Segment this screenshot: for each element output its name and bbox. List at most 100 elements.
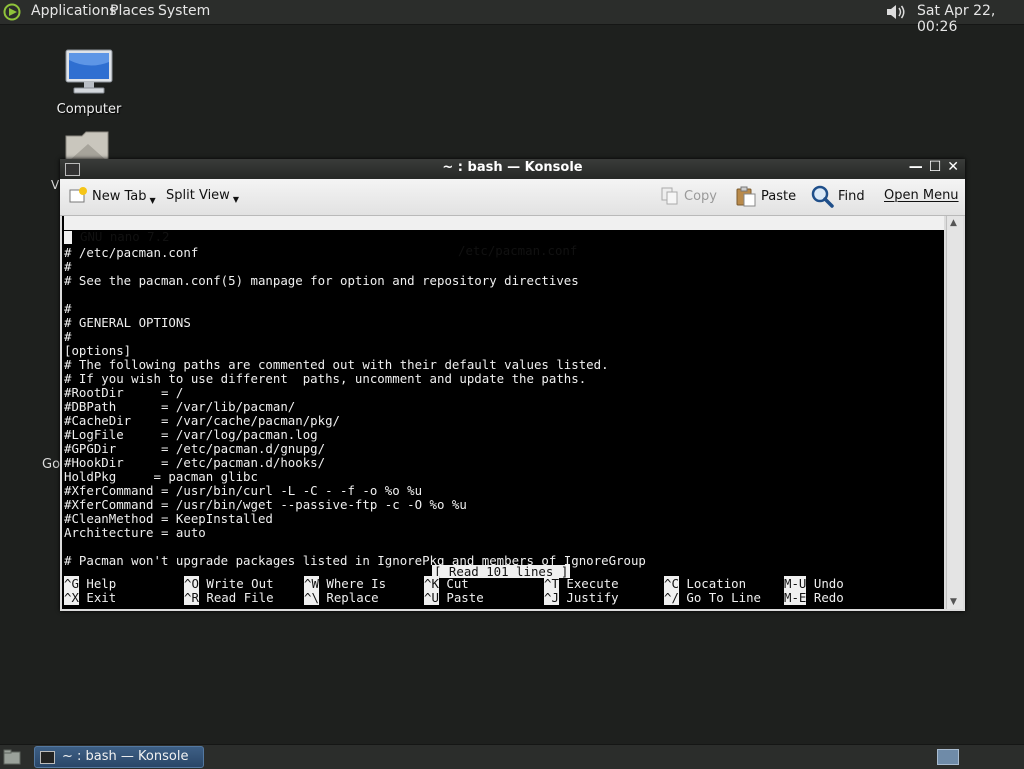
copy-label: Copy (684, 188, 717, 204)
new-tab-label: New Tab (92, 188, 147, 204)
nano-shortcut-key: ^X (64, 590, 79, 605)
editor-line: # (64, 329, 72, 344)
copy-icon (661, 187, 678, 205)
nano-shortcut: ^U Paste (424, 590, 484, 605)
paste-icon (736, 186, 756, 207)
paste-label: Paste (761, 188, 797, 204)
nano-shortcut: ^K Cut (424, 576, 469, 591)
menu-system[interactable]: System (158, 3, 210, 19)
taskbar-item-konsole[interactable]: ~ : bash — Konsole (34, 746, 204, 768)
editor-line: [options] (64, 343, 132, 358)
desktop-icon-computer[interactable]: Computer (55, 48, 123, 117)
search-icon (811, 185, 834, 208)
editor-line: #HookDir = /etc/pacman.d/hooks/ (64, 455, 326, 470)
nano-shortcut: ^J Justify (544, 590, 619, 605)
editor-line: # (64, 301, 72, 316)
menu-applications[interactable]: Applications (31, 3, 117, 19)
split-view-button[interactable]: Split View ▼ (166, 188, 239, 204)
close-icon[interactable]: ✕ (947, 159, 959, 175)
nano-shortcut: ^G Help (64, 576, 117, 591)
window-controls: — ☐ ✕ (903, 159, 959, 175)
editor-line: # /etc/pacman.conf (64, 245, 199, 260)
taskbar-item-label: ~ : bash — Konsole (62, 749, 189, 764)
find-button[interactable]: Find (810, 184, 865, 208)
maximize-icon[interactable]: ☐ (929, 159, 942, 175)
distro-logo-icon[interactable] (3, 3, 23, 21)
nano-shortcut-key: ^T (544, 576, 559, 591)
editor-line: Architecture = auto (64, 525, 206, 540)
find-label: Find (838, 188, 865, 204)
scroll-up-icon[interactable]: ▲ (950, 218, 957, 228)
chevron-down-icon[interactable]: ▼ (233, 195, 239, 204)
nano-shortcut: M-U Undo (784, 576, 844, 591)
open-menu-button[interactable]: Open Menu (884, 188, 959, 203)
nano-shortcut-key: ^/ (664, 590, 679, 605)
terminal-view[interactable]: GNU nano 7.2 /etc/pacman.conf # # /etc/pa… (62, 216, 944, 609)
window-titlebar[interactable]: ~ : bash — Konsole — ☐ ✕ (60, 159, 965, 179)
nano-shortcut-key: ^\ (304, 590, 319, 605)
computer-icon (65, 49, 113, 94)
split-view-label: Split View (166, 188, 230, 203)
terminal-icon (40, 751, 55, 764)
nano-shortcut-label: Exit (86, 590, 117, 605)
menu-places[interactable]: Places (110, 3, 155, 19)
desktop-partial-label: Go (42, 457, 61, 472)
editor-line: # (64, 231, 72, 246)
nano-shortcut-key: ^U (424, 590, 439, 605)
editor-line: #CacheDir = /var/cache/pacman/pkg/ (64, 413, 341, 428)
editor-line: # GENERAL OPTIONS (64, 315, 191, 330)
nano-shortcut-key: M-U (784, 576, 807, 591)
editor-line: # See the pacman.conf(5) manpage for opt… (64, 273, 579, 288)
editor-line: HoldPkg = pacman glibc (64, 469, 258, 484)
terminal-scrollbar[interactable]: ▲ ▼ (946, 216, 963, 609)
nano-shortcut-label: Write Out (206, 576, 274, 591)
show-desktop-icon[interactable] (3, 749, 21, 765)
nano-shortcut-label: Cut (446, 576, 469, 591)
nano-shortcut: ^W Where Is (304, 576, 387, 591)
nano-shortcut-label: Paste (446, 590, 484, 605)
editor-content[interactable]: # # /etc/pacman.conf # # See the pacman.con… (64, 232, 646, 568)
chevron-down-icon[interactable]: ▼ (150, 196, 156, 205)
nano-shortcut-key: ^C (664, 576, 679, 591)
nano-shortcut-key: ^K (424, 576, 439, 591)
desktop-icon-folder[interactable] (62, 130, 114, 160)
workspace-switcher[interactable] (937, 749, 959, 765)
nano-shortcut-label: Help (86, 576, 117, 591)
konsole-window: ~ : bash — Konsole — ☐ ✕ New Tab ▼ Split V… (60, 159, 965, 611)
bottom-panel: ~ : bash — Konsole (0, 744, 1024, 769)
folder-icon (65, 131, 109, 160)
editor-line: #DBPath = /var/lib/pacman/ (64, 399, 296, 414)
nano-shortcut-label: Justify (566, 590, 619, 605)
konsole-toolbar: New Tab ▼ Split View ▼ Copy Paste Find O… (60, 179, 965, 216)
nano-shortcut-label: Location (686, 576, 747, 591)
editor-line: #XferCommand = /usr/bin/wget --passive-f… (64, 497, 467, 512)
open-menu-label: Open Menu (884, 188, 959, 203)
editor-line: # (64, 259, 72, 274)
new-tab-button[interactable]: New Tab ▼ (68, 186, 156, 206)
nano-shortcut: ^R Read File (184, 590, 274, 605)
nano-shortcut: M-E Redo (784, 590, 844, 605)
scroll-down-icon[interactable]: ▼ (950, 597, 957, 607)
clock[interactable]: Sat Apr 22, 00:26 (917, 3, 1024, 35)
nano-shortcut-key: ^W (304, 576, 319, 591)
nano-shortcut-key: M-E (784, 590, 807, 605)
editor-line: #GPGDir = /etc/pacman.d/gnupg/ (64, 441, 326, 456)
new-tab-icon (69, 187, 87, 203)
editor-line: #LogFile = /var/log/pacman.log (64, 427, 318, 442)
nano-shortcut-key: ^R (184, 590, 199, 605)
nano-shortcut-label: Undo (813, 576, 844, 591)
editor-line: #RootDir = / (64, 385, 184, 400)
volume-icon[interactable] (884, 2, 908, 22)
nano-shortcut: ^/ Go To Line (664, 590, 761, 605)
nano-shortcut-label: Where Is (326, 576, 387, 591)
editor-line: #XferCommand = /usr/bin/curl -L -C - -f … (64, 483, 423, 498)
nano-shortcut-label: Read File (206, 590, 274, 605)
nano-title-bar: GNU nano 7.2 /etc/pacman.conf (64, 216, 944, 258)
nano-shortcut: ^O Write Out (184, 576, 274, 591)
paste-button[interactable]: Paste (735, 185, 796, 207)
nano-shortcut-label: Go To Line (686, 590, 761, 605)
copy-button[interactable]: Copy (660, 186, 717, 206)
minimize-icon[interactable]: — (909, 159, 923, 175)
window-title: ~ : bash — Konsole (442, 160, 583, 175)
editor-line (64, 288, 646, 302)
